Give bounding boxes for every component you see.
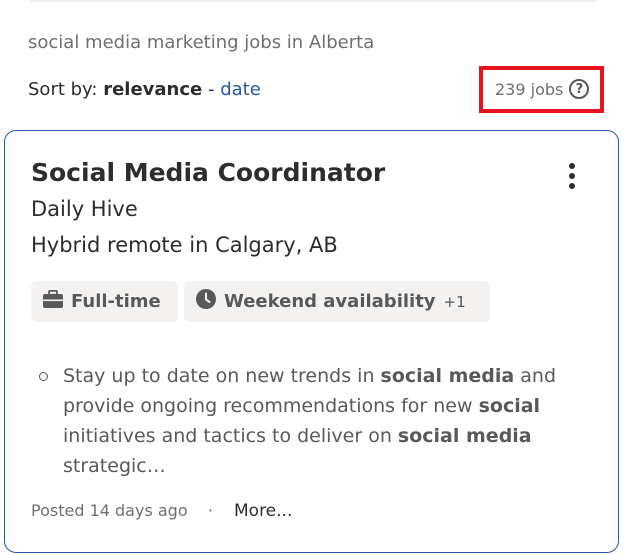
- sort-separator: -: [202, 79, 221, 100]
- sort-label: Sort by:: [28, 79, 98, 100]
- job-count-text: 239 jobs: [495, 79, 564, 99]
- job-type-tag: Full-time: [31, 281, 178, 322]
- search-query-heading: social media marketing jobs in Alberta: [28, 32, 375, 53]
- sort-relevance-option[interactable]: relevance: [103, 79, 202, 100]
- job-card[interactable]: Social Media Coordinator Daily Hive Hybr…: [4, 130, 619, 553]
- more-options-icon[interactable]: [561, 159, 583, 193]
- company-name: Daily Hive: [31, 197, 138, 221]
- bullet-icon: [39, 372, 48, 381]
- job-count: 239 jobs ?: [495, 79, 590, 99]
- help-icon[interactable]: ?: [569, 79, 590, 99]
- posted-date: Posted 14 days ago: [31, 501, 188, 520]
- sort-controls: Sort by: relevance - date: [28, 79, 261, 100]
- briefcase-icon: [43, 289, 63, 313]
- schedule-tag: Weekend availability +1: [184, 281, 490, 322]
- snippet-text: Stay up to date on new trends in social …: [63, 365, 557, 477]
- job-location: Hybrid remote in Calgary, AB: [31, 233, 338, 257]
- more-link[interactable]: More...: [234, 501, 292, 521]
- job-snippet: Stay up to date on new trends in social …: [39, 361, 579, 481]
- job-type-label: Full-time: [71, 291, 161, 312]
- clock-icon: [196, 289, 216, 314]
- top-divider: [30, 0, 596, 2]
- footer-separator: ·: [208, 501, 214, 520]
- sort-date-link[interactable]: date: [220, 79, 261, 100]
- job-title[interactable]: Social Media Coordinator: [31, 158, 385, 187]
- schedule-label: Weekend availability: [224, 291, 436, 312]
- schedule-extra-count: +1: [443, 292, 466, 311]
